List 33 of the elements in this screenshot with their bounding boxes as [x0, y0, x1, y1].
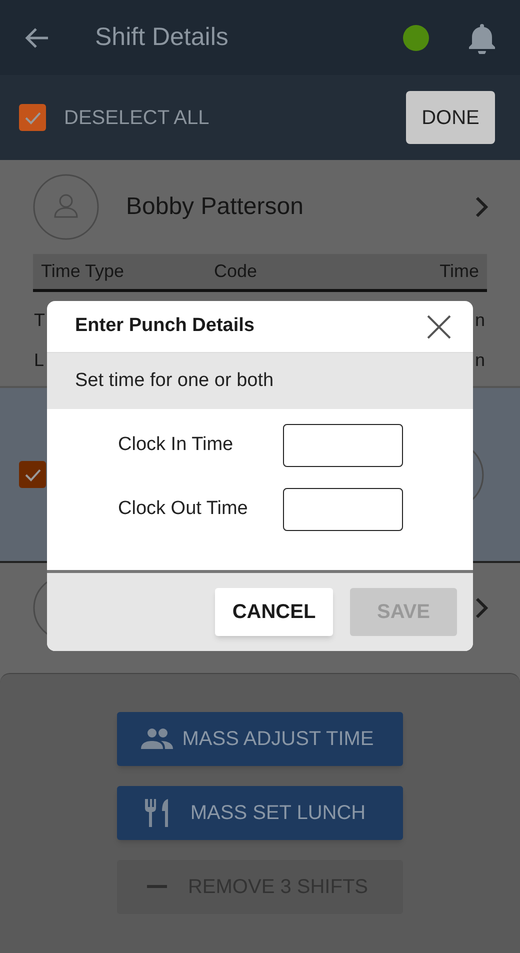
table-cell-text: L [34, 348, 44, 372]
close-icon[interactable] [427, 314, 451, 338]
action-button[interactable]: MASS SET LUNCH [117, 786, 403, 840]
chevron-right-icon[interactable] [474, 196, 488, 218]
action-button[interactable]: MASS ADJUST TIME [117, 712, 403, 766]
dialog-button[interactable]: CANCEL [215, 588, 333, 636]
back-arrow-icon[interactable] [24, 26, 50, 48]
dialog-title: Enter Punch Details [75, 314, 254, 338]
chevron-right-icon[interactable] [474, 597, 488, 619]
minus-icon [147, 885, 167, 889]
deselect-all-label[interactable]: DESELECT ALL [64, 102, 210, 132]
time-field[interactable] [283, 488, 403, 531]
check-icon [24, 110, 42, 124]
check-icon [24, 468, 42, 482]
bell-icon[interactable] [468, 22, 496, 54]
done-button[interactable]: DONE [406, 91, 495, 144]
checkbox[interactable] [19, 104, 46, 131]
table-cell-text: T [34, 308, 45, 332]
fork-knife-icon [144, 799, 170, 827]
status-dot-icon [403, 24, 429, 50]
table-cell-text: n [474, 348, 485, 372]
employee-name: Bobby Patterson [126, 192, 304, 222]
people-icon [141, 728, 173, 750]
dialog-subtitle: Set time for one or both [75, 368, 274, 393]
screen-title: Shift Details [95, 22, 228, 53]
column-header: Time Type [41, 260, 124, 283]
column-header: Code [214, 260, 258, 283]
table-cell-text: n [474, 308, 485, 332]
field-label: Clock In Time [118, 433, 234, 458]
time-field[interactable] [283, 424, 403, 467]
column-header: Time [440, 260, 479, 283]
field-label: Clock Out Time [118, 497, 249, 522]
checkbox[interactable] [19, 461, 46, 488]
